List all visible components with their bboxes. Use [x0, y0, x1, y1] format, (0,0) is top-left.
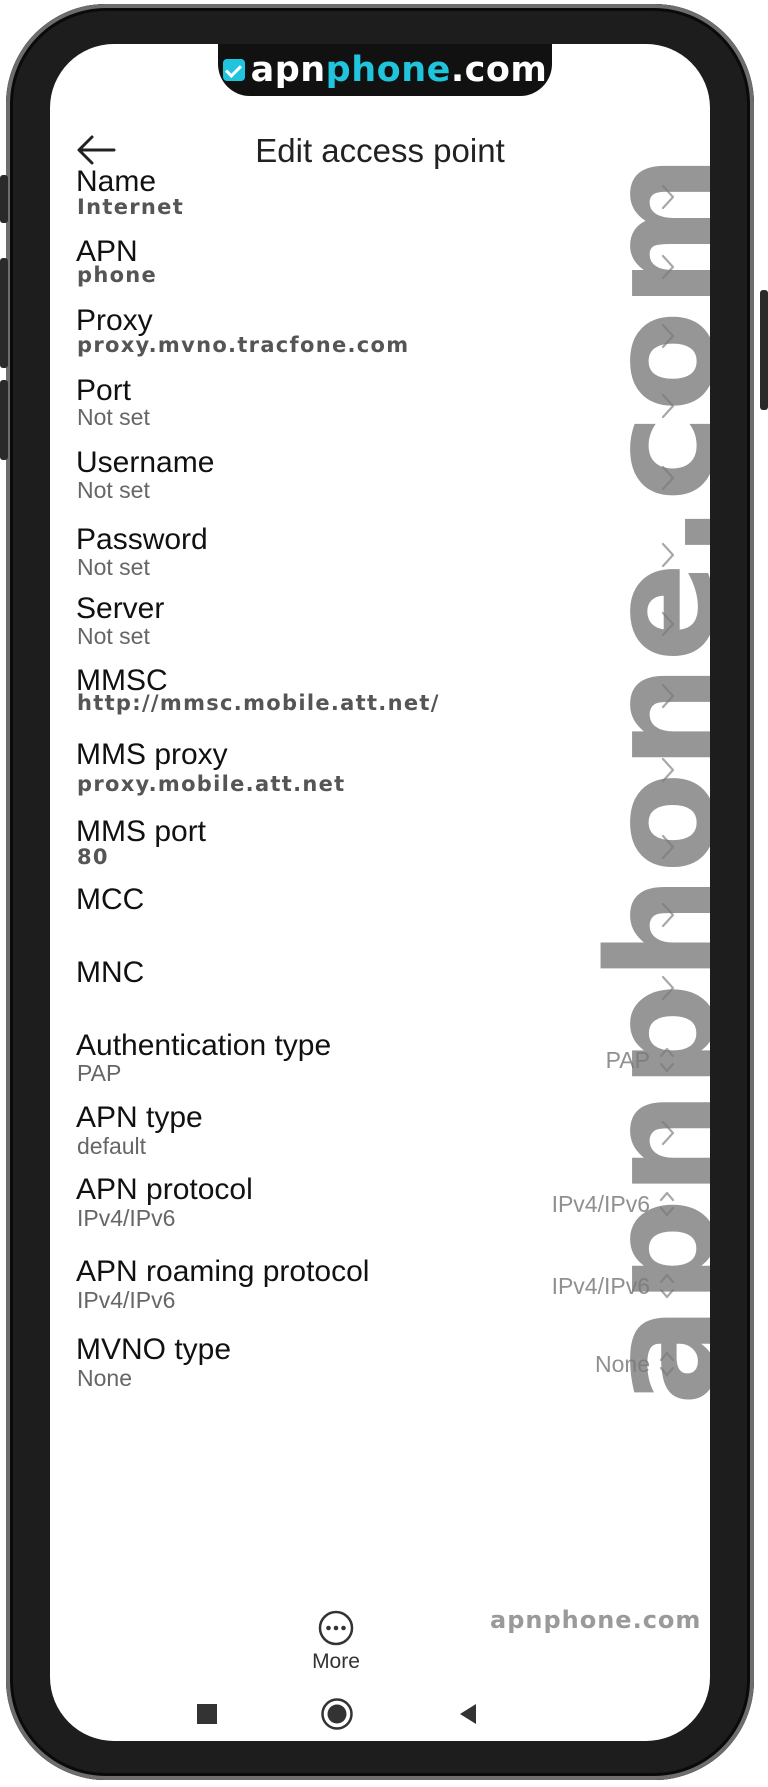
setting-label: MCC	[76, 883, 145, 916]
circle-home-icon[interactable]	[320, 1697, 354, 1731]
apn-setting-row-name[interactable]: Name Internet	[76, 165, 676, 224]
setting-value: http://mmsc.mobile.att.net/	[77, 691, 440, 715]
more-dots-icon	[318, 1610, 354, 1646]
apn-setting-row-proxy[interactable]: Proxy proxy.mvno.tracfone.com	[76, 304, 676, 362]
picker-control[interactable]: None	[595, 1348, 676, 1380]
square-recents-icon[interactable]	[195, 1702, 219, 1726]
chevron-right-icon	[661, 683, 675, 709]
silent-switch	[0, 380, 8, 460]
check-badge-icon	[222, 59, 245, 81]
apn-setting-row-apn-type[interactable]: APN type default	[76, 1101, 676, 1162]
picker-selected-value: IPv4/IPv6	[551, 1190, 650, 1217]
setting-label: MMS proxy	[76, 738, 228, 771]
apn-setting-row-mvno-type[interactable]: MVNO type None None	[76, 1333, 676, 1394]
chevron-right-icon	[661, 393, 675, 419]
up-down-chevron-icon	[659, 1191, 675, 1217]
setting-value: PAP	[77, 1060, 122, 1086]
setting-label: Port	[76, 374, 132, 407]
apn-setting-row-apn[interactable]: APN phone	[76, 235, 676, 292]
apn-setting-row-mcc[interactable]: MCC	[76, 883, 676, 928]
apn-setting-row-server[interactable]: Server Not set	[76, 592, 676, 652]
chevron-right-icon	[661, 834, 675, 860]
picker-selected-value: None	[595, 1350, 650, 1377]
apn-setting-row-mmsc[interactable]: MMSC http://mmsc.mobile.att.net/	[76, 664, 676, 720]
apn-setting-row-username[interactable]: Username Not set	[76, 446, 676, 506]
setting-value: 80	[77, 845, 109, 869]
volume-up-button	[0, 175, 8, 223]
screen: apnphone.com Edit access point Name Inter…	[50, 44, 710, 1741]
setting-label: Authentication type	[76, 1029, 332, 1062]
apn-setting-row-port[interactable]: Port Not set	[76, 374, 676, 433]
setting-label: APN roaming protocol	[76, 1255, 370, 1288]
setting-label: Server	[76, 592, 165, 625]
up-down-chevron-icon	[659, 1351, 675, 1377]
volume-down-button	[0, 258, 8, 368]
setting-label: APN type	[76, 1101, 203, 1134]
system-navbar	[50, 1694, 710, 1738]
setting-value: Internet	[77, 195, 185, 219]
chevron-right-icon	[661, 1120, 675, 1146]
apn-setting-row-mms-port[interactable]: MMS port 80	[76, 815, 676, 874]
picker-control[interactable]: IPv4/IPv6	[552, 1188, 676, 1220]
apn-setting-row-apn-protocol[interactable]: APN protocol IPv4/IPv6 IPv4/IPv6	[76, 1173, 676, 1234]
picker-selected-value: PAP	[605, 1046, 650, 1073]
setting-value: Not set	[77, 477, 150, 503]
apn-setting-row-mms-proxy[interactable]: MMS proxy proxy.mobile.att.net	[76, 738, 676, 801]
up-down-chevron-icon	[659, 1047, 675, 1073]
setting-value: Not set	[77, 404, 150, 430]
chevron-right-icon	[661, 542, 675, 568]
setting-label: APN protocol	[76, 1173, 253, 1206]
chevron-right-icon	[661, 323, 675, 349]
setting-label: Name	[76, 165, 157, 198]
apn-setting-row-authentication-type[interactable]: Authentication type PAP PAP	[76, 1029, 676, 1089]
setting-value: None	[77, 1365, 132, 1391]
picker-control[interactable]: IPv4/IPv6	[552, 1270, 676, 1302]
chevron-right-icon	[661, 465, 675, 491]
setting-value: Not set	[77, 554, 150, 580]
setting-value: IPv4/IPv6	[77, 1205, 176, 1231]
more-label: More	[312, 1650, 360, 1673]
apn-setting-row-mnc[interactable]: MNC	[76, 956, 676, 1001]
chevron-right-icon	[661, 757, 675, 783]
setting-label: Username	[76, 446, 215, 479]
setting-label: MNC	[76, 956, 145, 989]
chevron-right-icon	[661, 902, 675, 928]
bottom-watermark: apnphone.com	[490, 1606, 702, 1634]
power-button	[760, 290, 768, 410]
up-down-chevron-icon	[659, 1273, 675, 1299]
notch-logo: apnphone.com	[218, 44, 552, 96]
more-button[interactable]: More	[296, 1604, 376, 1680]
chevron-right-icon	[661, 184, 675, 210]
setting-label: MMS port	[76, 815, 207, 848]
apn-setting-row-password[interactable]: Password Not set	[76, 523, 676, 583]
picker-control[interactable]: PAP	[606, 1044, 676, 1076]
setting-value: proxy.mobile.att.net	[77, 772, 346, 796]
chevron-right-icon	[661, 611, 675, 637]
site-logo: apnphone.com	[250, 50, 548, 90]
setting-label: Password	[76, 523, 208, 556]
chevron-right-icon	[661, 254, 675, 280]
chevron-right-icon	[661, 975, 675, 1001]
setting-value: Not set	[77, 623, 150, 649]
setting-value: phone	[77, 263, 158, 287]
setting-value: proxy.mvno.tracfone.com	[77, 333, 410, 357]
setting-value: IPv4/IPv6	[77, 1287, 176, 1313]
setting-value: default	[77, 1133, 147, 1159]
apn-setting-row-apn-roaming-protocol[interactable]: APN roaming protocol IPv4/IPv6 IPv4/IPv6	[76, 1255, 676, 1316]
triangle-back-icon[interactable]	[456, 1702, 480, 1726]
setting-label: MVNO type	[76, 1333, 232, 1366]
picker-selected-value: IPv4/IPv6	[551, 1272, 650, 1299]
